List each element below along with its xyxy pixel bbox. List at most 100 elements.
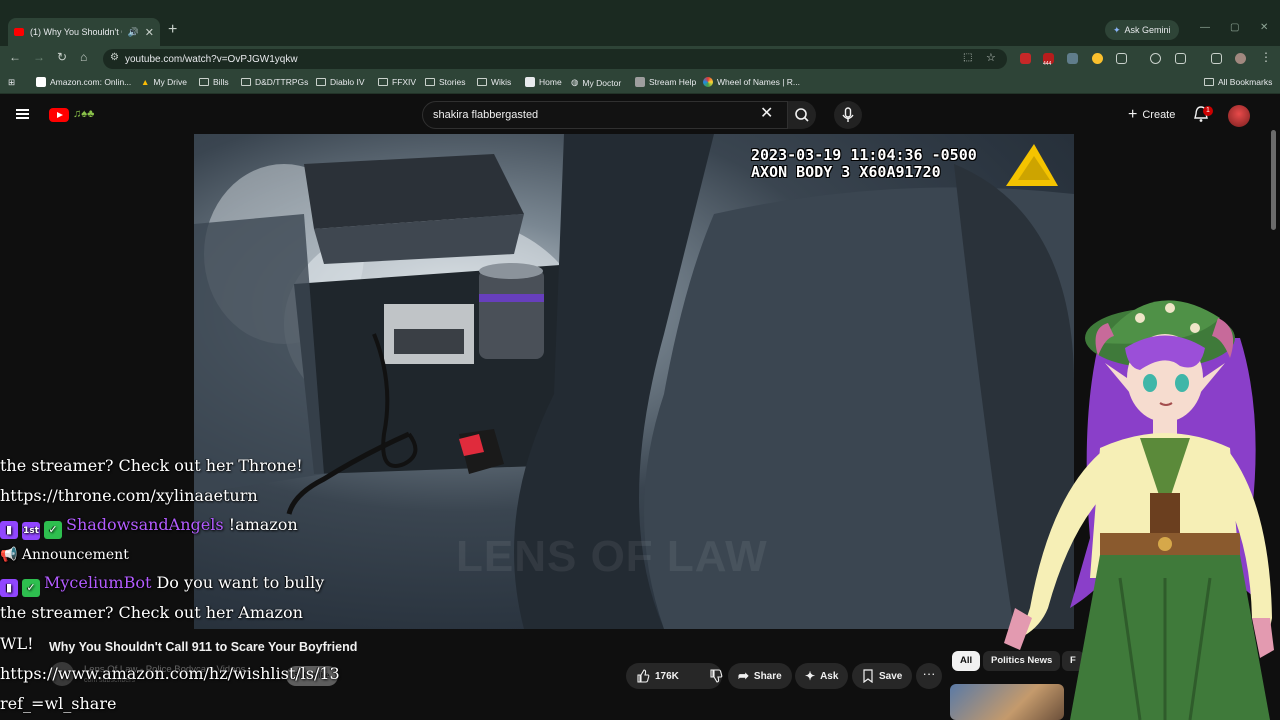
youtube-favicon-icon (14, 28, 24, 36)
search-button[interactable] (788, 101, 816, 129)
like-dislike-group: 176K (626, 663, 723, 689)
thumbs-up-icon (637, 669, 650, 683)
chat-username: MyceliumBot (44, 573, 152, 592)
bookmark-label: D&D/TTRPGs (255, 77, 309, 87)
bookmark-amazon[interactable]: Amazon.com: Onlin... (36, 77, 131, 87)
bookmark-stories[interactable]: Stories (425, 77, 465, 87)
chat-link: https://throne.com/xylinaaeturn (0, 486, 258, 505)
bookmark-dnd[interactable]: D&D/TTRPGs (241, 77, 308, 87)
install-app-icon[interactable]: ⬚ (963, 52, 972, 63)
all-bookmarks-label: All Bookmarks (1218, 77, 1273, 87)
folder-icon (316, 78, 326, 86)
bookmark-label: FFXIV (392, 77, 417, 87)
bookmark-my-drive[interactable]: ▲ My Drive (141, 77, 187, 87)
create-button[interactable]: + Create (1118, 104, 1185, 126)
password-key-icon[interactable] (1150, 53, 1161, 64)
chat-link: ref_=wl_share (0, 694, 117, 713)
bookmark-label: Home (539, 77, 562, 87)
thumbs-down-icon (710, 669, 723, 683)
apps-grid-icon[interactable]: ⊞ (8, 77, 15, 88)
account-avatar[interactable] (1228, 105, 1250, 127)
voice-search-button[interactable] (834, 101, 862, 129)
maximize-icon[interactable]: ▢ (1230, 22, 1239, 33)
bodycam-timestamp: 2023-03-19 11:04:36 -0500 (751, 146, 977, 164)
doodle-icon[interactable]: ♫♠♣ (73, 108, 94, 120)
folder-icon (425, 78, 435, 86)
bookmark-stream-help[interactable]: Stream Help (635, 77, 696, 87)
browser-tab-bar: (1) Why You Shouldn't Call 🔊 ✕ + ✦ Ask G… (0, 0, 1280, 46)
media-control-icon[interactable] (1175, 53, 1186, 64)
youtube-logo-icon[interactable] (49, 108, 69, 122)
sidebar-icon[interactable] (1211, 53, 1222, 64)
chat-announcement: 📢 Announcement (0, 547, 129, 563)
gemini-sparkle-icon: ✦ (1113, 24, 1121, 35)
profile-avatar-icon[interactable] (1235, 53, 1246, 64)
bookmark-star-icon[interactable]: ☆ (986, 51, 996, 64)
site-info-icon[interactable]: ⚙ (110, 52, 119, 63)
bookmark-wikis[interactable]: Wikis (477, 77, 511, 87)
bookmark-label: Bills (213, 77, 229, 87)
tab-close-icon[interactable]: ✕ (145, 26, 154, 39)
extensions-puzzle-icon[interactable] (1116, 53, 1127, 64)
save-button[interactable]: Save (852, 663, 913, 689)
twitch-badge-icon: ▮ (0, 521, 18, 539)
address-bar[interactable]: ⚙ youtube.com/watch?v=OvPJGW1yqkw ⬚ ☆ (103, 49, 1007, 69)
bookmark-label: Stories (439, 77, 466, 87)
bookmark-label: My Drive (153, 77, 187, 87)
hamburger-menu-icon[interactable] (16, 109, 29, 119)
page-scrollbar[interactable] (1271, 130, 1276, 230)
extension-yellow-icon[interactable] (1092, 53, 1103, 64)
ask-label: Ask (820, 670, 839, 682)
bookmark-ffxiv[interactable]: FFXIV (378, 77, 416, 87)
chip-all[interactable]: All (952, 651, 981, 671)
video-title: Why You Shouldn't Call 911 to Scare Your… (49, 640, 358, 654)
bookmark-label: My Doctor (582, 77, 622, 88)
minimize-icon[interactable]: — (1200, 22, 1210, 33)
ask-gemini-button[interactable]: ✦ Ask Gemini (1105, 20, 1179, 40)
bookmark-wheel-of-names[interactable]: Wheel of Names | R... (703, 77, 800, 87)
verified-check-icon: ✓ (44, 521, 62, 539)
share-button[interactable]: ➦ Share (728, 663, 792, 689)
reload-icon[interactable]: ↻ (57, 50, 67, 64)
bookmark-diablo[interactable]: Diablo IV (316, 77, 365, 87)
chat-line: the streamer? Check out her Amazon (0, 603, 303, 622)
search-icon (795, 108, 809, 122)
chat-message: ▮ ✓ MyceliumBot Do you want to bully (0, 573, 324, 597)
amazon-favicon-icon (36, 77, 46, 87)
bookmark-my-doctor[interactable]: ◍ My Doctor (571, 77, 621, 88)
window-close-icon[interactable]: ✕ (1260, 22, 1268, 33)
video-player[interactable]: 2023-03-19 11:04:36 -0500 AXON BODY 3 X6… (194, 134, 1074, 629)
search-value: shakira flabbergasted (433, 109, 539, 121)
clear-search-icon[interactable]: ✕ (760, 103, 773, 123)
all-bookmarks[interactable]: All Bookmarks (1204, 77, 1272, 87)
new-tab-button[interactable]: + (168, 21, 177, 39)
notification-count-badge: 1 (1203, 106, 1213, 116)
bookmark-label: Wikis (491, 77, 512, 87)
home-icon[interactable]: ⌂ (80, 50, 87, 64)
globe-icon: ◍ (571, 77, 579, 87)
search-input[interactable]: shakira flabbergasted (422, 101, 788, 129)
home-favicon-icon (525, 77, 535, 87)
more-actions-button[interactable]: ··· (916, 663, 942, 689)
extension-red-icon[interactable] (1020, 53, 1031, 64)
extension-badge: 444 (1043, 61, 1052, 67)
bookmark-label: Wheel of Names | R... (717, 77, 800, 87)
like-button[interactable]: 176K (626, 663, 689, 689)
chat-message: ▮ 1st ✓ ShadowsandAngels !amazon (0, 515, 298, 540)
tab-audio-icon[interactable]: 🔊 (128, 27, 139, 38)
wheel-favicon-icon (703, 77, 713, 87)
browser-tab[interactable]: (1) Why You Shouldn't Call 🔊 ✕ (8, 18, 160, 46)
extension-gamepad-icon[interactable] (1067, 53, 1078, 64)
chat-line: WL! (0, 634, 34, 653)
forward-arrow-icon[interactable]: → (33, 50, 45, 64)
bookmarks-bar: ⊞ Amazon.com: Onlin... ▲ My Drive Bills D… (0, 72, 1280, 94)
share-label: Share (753, 670, 782, 682)
ask-button[interactable]: ✦ Ask (795, 663, 849, 689)
ask-gemini-label: Ask Gemini (1124, 25, 1171, 35)
chat-link: https://www.amazon.com/hz/wishlist/ls/13 (0, 664, 340, 683)
share-arrow-icon: ➦ (738, 668, 749, 683)
menu-kebab-icon[interactable]: ⋮ (1260, 50, 1272, 64)
bookmark-bills[interactable]: Bills (199, 77, 229, 87)
back-arrow-icon[interactable]: ← (9, 50, 21, 64)
bookmark-home[interactable]: Home (525, 77, 562, 87)
